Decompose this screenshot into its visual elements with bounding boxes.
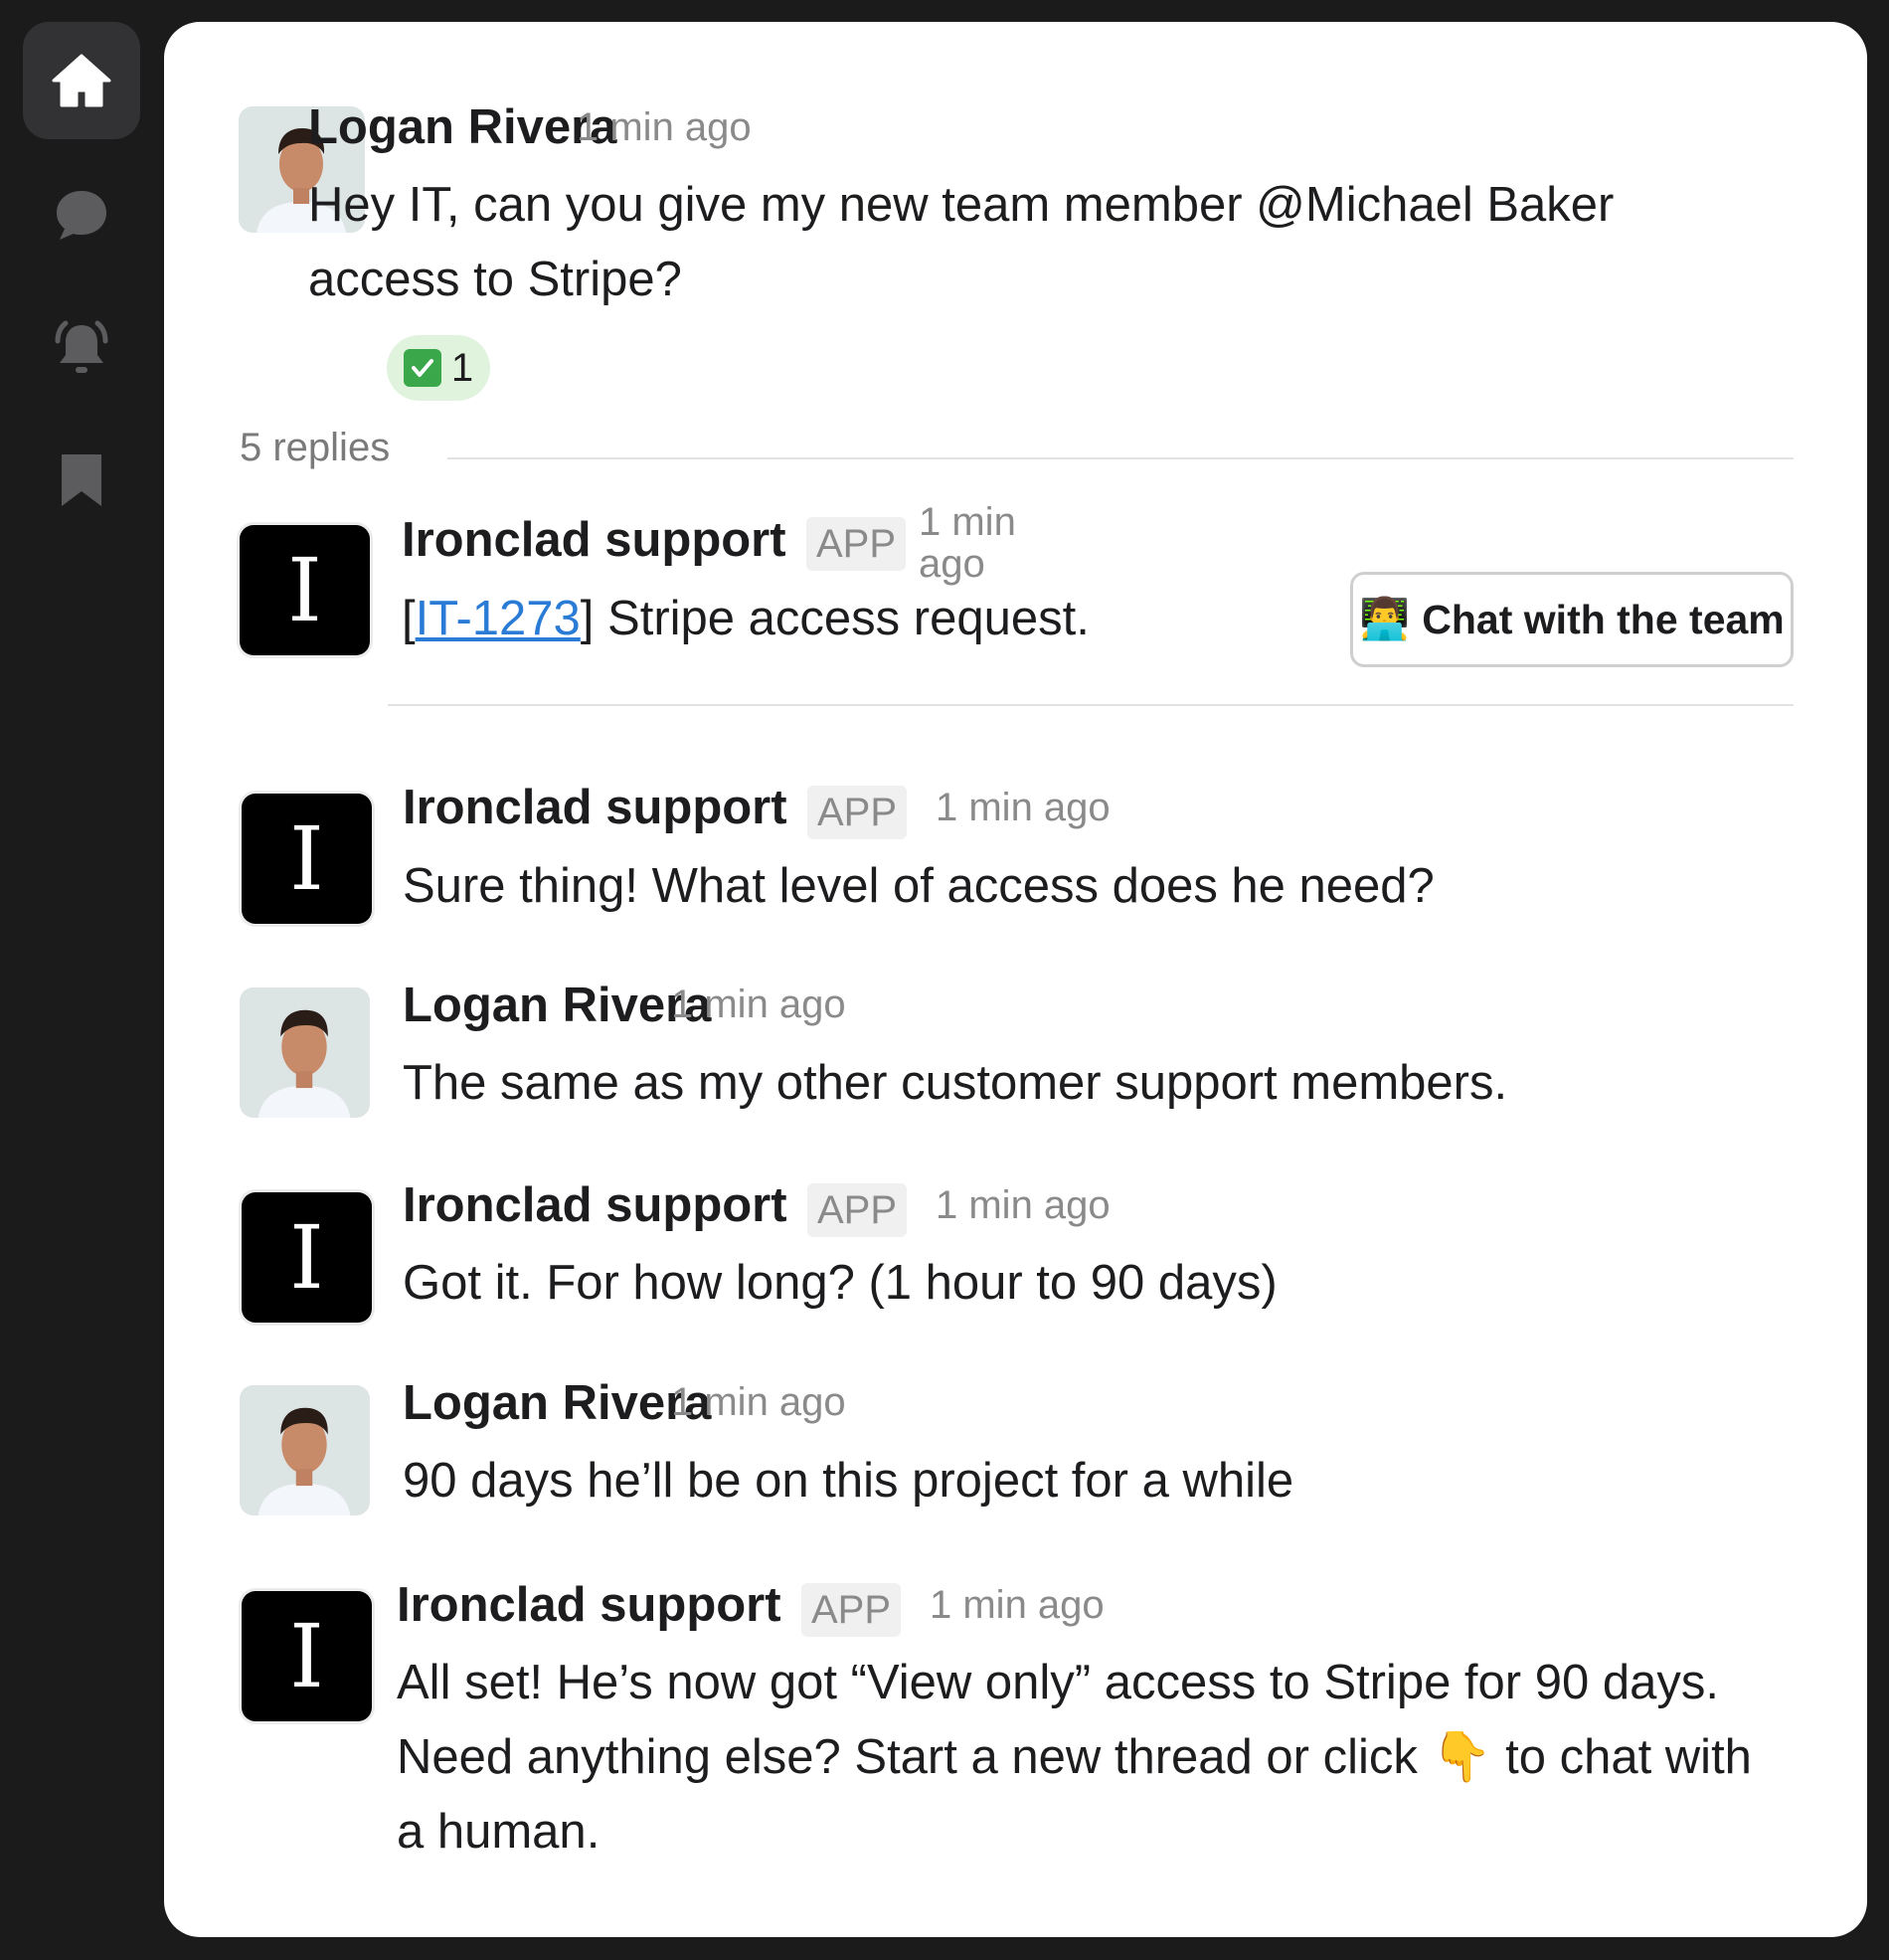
app-avatar[interactable]: I: [242, 1192, 372, 1323]
user-photo-icon: [240, 987, 370, 1118]
ticket-link[interactable]: IT-1273: [416, 592, 581, 645]
sidebar-item-notifications[interactable]: [23, 290, 140, 408]
avatar-letter: I: [289, 1604, 324, 1707]
app-window: Logan Rivera 1 min ago Hey IT, can you g…: [0, 0, 1889, 1960]
reaction-count: 1: [450, 345, 474, 390]
avatar-letter: I: [289, 1205, 324, 1309]
home-icon: [52, 54, 111, 107]
timestamp: 1 min ago: [671, 982, 846, 1026]
author-name[interactable]: Logan Rivera: [403, 978, 711, 1033]
app-avatar[interactable]: I: [242, 794, 372, 924]
checkmark-emoji-icon: [403, 349, 441, 387]
author-name[interactable]: Ironclad support: [402, 512, 786, 568]
chat-bubble-icon: [57, 191, 106, 240]
message-text: Hey IT, can you give my new team member …: [308, 178, 1615, 306]
bell-icon: [55, 320, 108, 373]
author-name[interactable]: Logan Rivera: [308, 99, 616, 155]
sidebar: [0, 0, 164, 1960]
message-text: Sure thing! What level of access does he…: [403, 859, 1435, 913]
reaction-pill[interactable]: 1: [387, 335, 490, 401]
chat-with-team-button[interactable]: 👨‍💻 Chat with the team: [1350, 572, 1794, 667]
technologist-emoji-icon: 👨‍💻: [1359, 596, 1411, 641]
timestamp: 1 min ago: [577, 105, 752, 149]
timestamp: 1 min ago: [936, 1183, 1111, 1227]
sidebar-item-messages[interactable]: [23, 156, 140, 273]
bracket-close: ]: [580, 592, 595, 645]
divider: [388, 704, 1794, 706]
timestamp: 1 min ago: [671, 1380, 846, 1424]
thread-panel: Logan Rivera 1 min ago Hey IT, can you g…: [164, 22, 1867, 1937]
bracket-open: [: [402, 592, 416, 645]
app-avatar[interactable]: I: [240, 525, 370, 655]
divider: [447, 457, 1794, 459]
message-text: [IT-1273] Stripe access request.: [402, 582, 1090, 656]
author-name[interactable]: Ironclad support: [397, 1577, 781, 1633]
timestamp: 1 min ago: [930, 1583, 1105, 1627]
avatar[interactable]: [240, 1385, 370, 1515]
user-photo-icon: [240, 1385, 370, 1515]
timestamp: 1 min ago: [919, 500, 1016, 586]
avatar[interactable]: [240, 987, 370, 1118]
bookmark-icon: [62, 454, 101, 506]
sidebar-item-home[interactable]: [23, 22, 140, 139]
author-name[interactable]: Ironclad support: [403, 1177, 787, 1233]
message-text: Got it. For how long? (1 hour to 90 days…: [403, 1256, 1278, 1310]
message-text: 90 days he’ll be on this project for a w…: [403, 1454, 1294, 1508]
app-badge: APP: [807, 786, 908, 839]
app-badge: APP: [807, 1183, 908, 1237]
avatar-letter: I: [289, 806, 324, 910]
author-name[interactable]: Ironclad support: [403, 780, 787, 835]
avatar-letter: I: [287, 538, 322, 641]
message-text: All set! He’s now got “View only” access…: [397, 1656, 1752, 1859]
author-name[interactable]: Logan Rivera: [403, 1375, 711, 1431]
sidebar-item-saved[interactable]: [23, 422, 140, 539]
chat-with-team-label: Chat with the team: [1422, 596, 1785, 642]
message-text: The same as my other customer support me…: [403, 1056, 1508, 1110]
app-badge: APP: [801, 1583, 902, 1637]
app-avatar[interactable]: I: [242, 1591, 372, 1721]
ticket-title: Stripe access request.: [594, 592, 1090, 645]
timestamp: 1 min ago: [936, 786, 1111, 829]
app-badge: APP: [806, 517, 907, 571]
replies-count[interactable]: 5 replies: [240, 426, 390, 470]
